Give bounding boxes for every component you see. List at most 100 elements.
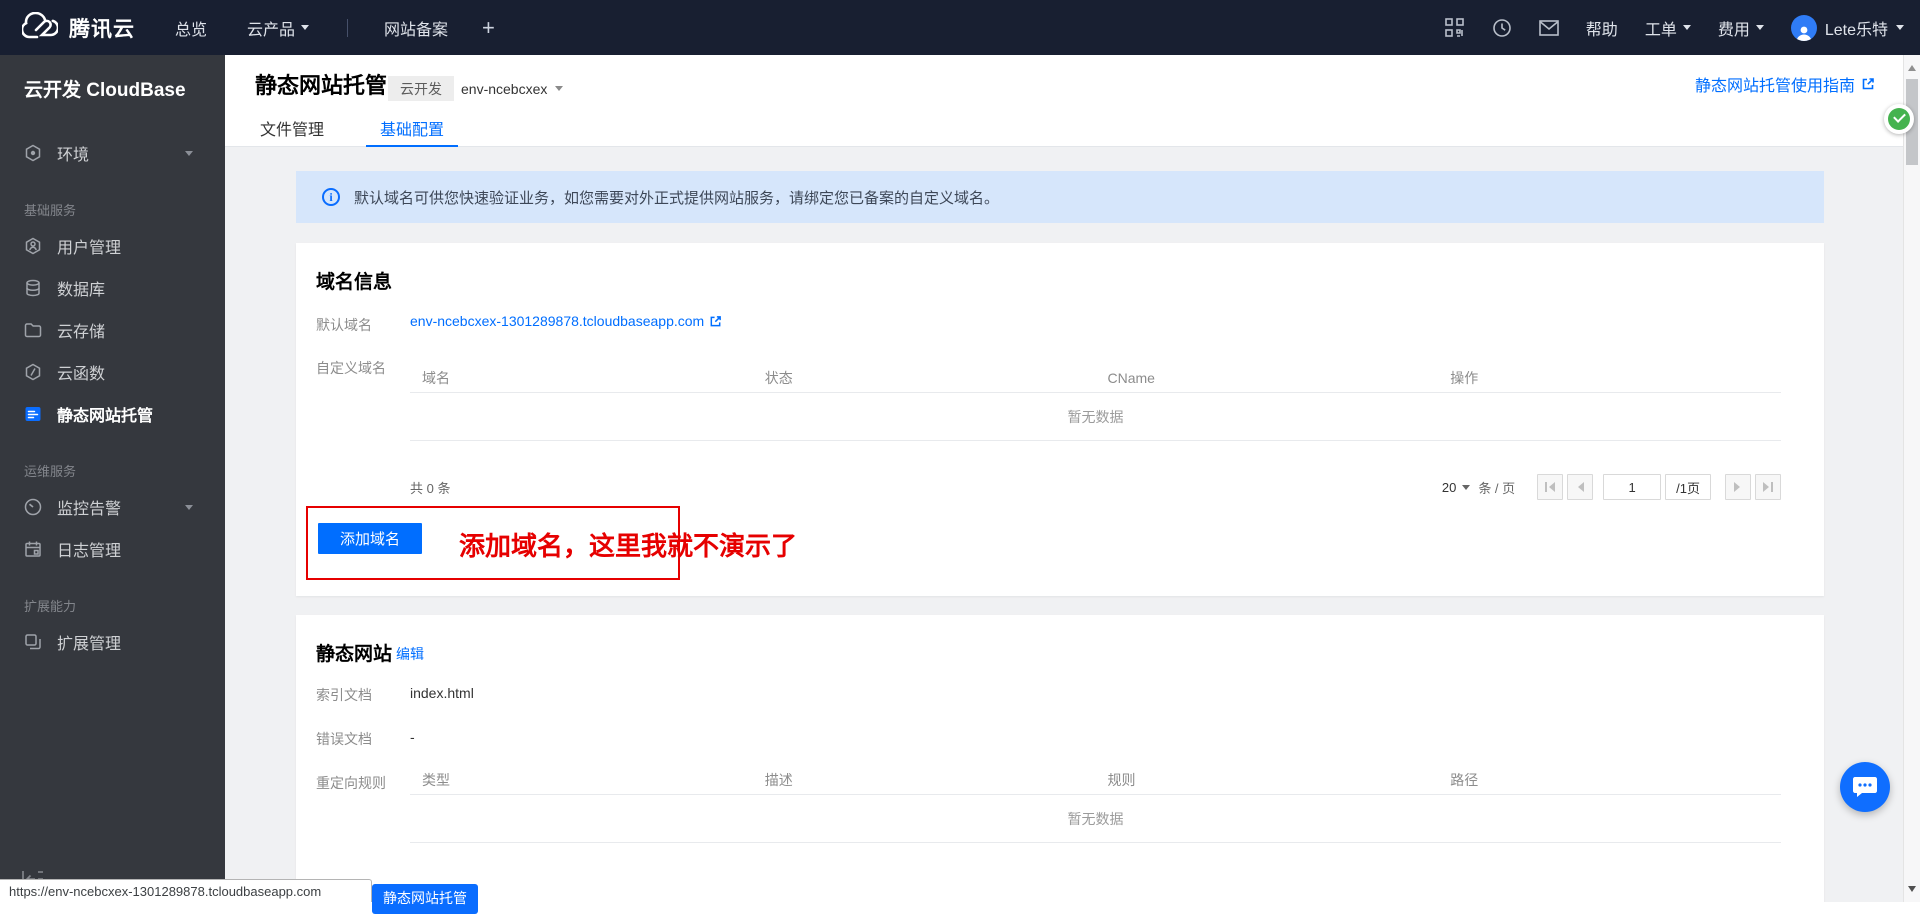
tab-basic-config[interactable]: 基础配置 [374, 110, 450, 147]
sidebar-item-label: 环境 [57, 141, 89, 165]
browser-status-bar: https://env-ncebcxex-1301289878.tcloudba… [0, 879, 372, 902]
column-header: 描述 [753, 770, 1096, 790]
sidebar: 云开发 CloudBase 环境 基础服务 用户管理 数据库 [0, 55, 225, 902]
empty-table-placeholder: 暂无数据 [410, 795, 1781, 843]
mail-icon[interactable] [1539, 18, 1559, 38]
folder-icon [24, 321, 42, 339]
nav-item-ticket[interactable]: 工单 [1645, 16, 1691, 40]
column-header: 类型 [410, 770, 753, 790]
env-name: env-ncebcxex [461, 81, 547, 97]
sidebar-item-label: 扩展管理 [57, 630, 121, 654]
index-doc-value: index.html [410, 685, 474, 701]
chevron-down-icon [301, 25, 309, 34]
partial-primary-button[interactable]: 静态网站托管 [372, 884, 478, 914]
sidebar-item-cloud-storage[interactable]: 云存储 [0, 309, 225, 351]
extension-icon [24, 633, 42, 651]
redirect-rules-label: 重定向规则 [316, 773, 386, 793]
sidebar-item-database[interactable]: 数据库 [0, 267, 225, 309]
tab-bar: 文件管理 基础配置 [225, 110, 1903, 147]
sidebar-item-log-management[interactable]: 日志管理 [0, 528, 225, 570]
gauge-icon [24, 498, 42, 516]
default-domain-link[interactable]: env-ncebcxex-1301289878.tcloudbaseapp.co… [410, 313, 722, 329]
brand-name: 腾讯云 [69, 13, 135, 43]
table-header-row: 类型 描述 规则 路径 [410, 765, 1781, 795]
next-page-button[interactable] [1725, 474, 1751, 500]
total-pages-label: /1页 [1665, 474, 1711, 500]
vertical-scrollbar[interactable] [1903, 55, 1920, 902]
scan-qr-icon[interactable] [1445, 18, 1465, 38]
first-page-button[interactable] [1537, 474, 1563, 500]
column-header: 操作 [1438, 368, 1781, 388]
page-title: 静态网站托管 [255, 68, 387, 100]
main-content: i 默认域名可供您快速验证业务，如您需要对外正式提供网站服务，请绑定您已备案的自… [225, 147, 1903, 902]
chevron-down-icon [185, 505, 193, 514]
column-header: 路径 [1438, 770, 1781, 790]
page-size-select[interactable]: 20 [1442, 480, 1470, 495]
nav-item-overview[interactable]: 总览 [175, 16, 207, 40]
sidebar-item-monitor-alarm[interactable]: 监控告警 [0, 486, 225, 528]
add-domain-button[interactable]: 添加域名 [318, 523, 422, 554]
user-name: Lete乐特 [1825, 16, 1888, 40]
prev-page-button[interactable] [1567, 474, 1593, 500]
sidebar-item-label: 静态网站托管 [57, 402, 153, 426]
default-domain-label: 默认域名 [316, 315, 372, 335]
chat-bubble-icon [1852, 775, 1878, 799]
chevron-down-icon [1683, 25, 1691, 34]
empty-table-placeholder: 暂无数据 [410, 393, 1781, 441]
add-tab-button[interactable]: + [482, 15, 495, 41]
nav-item-help[interactable]: 帮助 [1586, 16, 1618, 40]
info-icon: i [322, 188, 340, 206]
website-card-title: 静态网站 [316, 639, 392, 666]
chevron-down-icon [1462, 485, 1470, 494]
sidebar-item-label: 监控告警 [57, 495, 121, 519]
security-extension-badge[interactable] [1884, 104, 1914, 134]
column-header: CName [1096, 370, 1439, 386]
user-management-icon [24, 237, 42, 255]
static-website-card: 静态网站 编辑 索引文档 index.html 错误文档 - 重定向规则 类型 … [296, 615, 1824, 902]
sidebar-item-environment[interactable]: 环境 [0, 132, 225, 174]
tencent-cloud-logo[interactable]: 腾讯云 [22, 12, 135, 44]
guide-link[interactable]: 静态网站托管使用指南 [1695, 72, 1875, 96]
sidebar-item-label: 日志管理 [57, 537, 121, 561]
error-doc-label: 错误文档 [316, 729, 372, 749]
sidebar-item-cloud-function[interactable]: 云函数 [0, 351, 225, 393]
scroll-up-arrow[interactable] [1908, 61, 1916, 71]
custom-domain-label: 自定义域名 [316, 358, 386, 378]
history-clock-icon[interactable] [1492, 18, 1512, 38]
column-header: 状态 [753, 368, 1096, 388]
chat-support-button[interactable] [1840, 762, 1890, 812]
external-link-icon [709, 315, 722, 328]
pagination-bar: 共 0 条 20 条 / 页 1 /1页 [410, 472, 1781, 502]
shield-check-icon [1888, 108, 1910, 130]
top-navbar: 腾讯云 总览 云产品 网站备案 + 帮助 工单 [0, 0, 1920, 55]
static-website-icon [24, 405, 42, 423]
info-banner: i 默认域名可供您快速验证业务，如您需要对外正式提供网站服务，请绑定您已备案的自… [296, 171, 1824, 223]
sidebar-item-user-management[interactable]: 用户管理 [0, 225, 225, 267]
env-selector[interactable]: env-ncebcxex [461, 76, 563, 101]
custom-domain-table: 域名 状态 CName 操作 暂无数据 [410, 363, 1781, 441]
env-tag: 云开发 [388, 76, 454, 101]
domain-card-title: 域名信息 [316, 267, 392, 294]
user-menu[interactable]: Lete乐特 [1791, 15, 1904, 41]
sidebar-section-ops: 运维服务 [24, 461, 225, 480]
sidebar-title: 云开发 CloudBase [24, 75, 225, 102]
nav-item-products[interactable]: 云产品 [247, 16, 309, 40]
nav-tab-icp[interactable]: 网站备案 [384, 16, 448, 40]
edit-link[interactable]: 编辑 [396, 644, 424, 664]
error-doc-value: - [410, 729, 415, 745]
page-number-input[interactable]: 1 [1603, 474, 1661, 500]
sidebar-item-static-hosting[interactable]: 静态网站托管 [0, 393, 225, 435]
domain-info-card: 域名信息 域名 状态 CName 操作 暂无数据 .card1 .field-l… [296, 243, 1824, 596]
sidebar-item-extension-management[interactable]: 扩展管理 [0, 621, 225, 663]
external-link-icon [1861, 77, 1875, 91]
scroll-down-arrow[interactable] [1908, 886, 1916, 896]
chevron-down-icon [555, 86, 563, 95]
nav-item-billing[interactable]: 费用 [1718, 16, 1764, 40]
last-page-button[interactable] [1755, 474, 1781, 500]
page-header: 静态网站托管 云开发 env-ncebcxex 静态网站托管使用指南 [225, 55, 1903, 110]
pagination-total: 共 0 条 [410, 478, 450, 497]
tab-file-management[interactable]: 文件管理 [254, 110, 330, 147]
page-size-unit: 条 / 页 [1478, 478, 1515, 497]
calendar-icon [24, 540, 42, 558]
sidebar-item-label: 云函数 [57, 360, 105, 384]
